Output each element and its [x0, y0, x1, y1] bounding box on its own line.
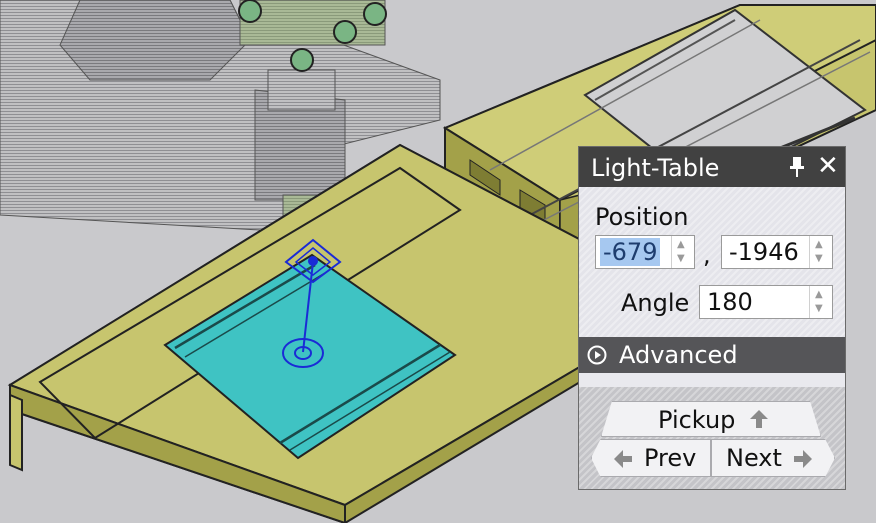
- position-y-stepper[interactable]: ▲ ▼: [809, 236, 832, 268]
- angle-label: Angle: [621, 289, 690, 317]
- prev-label: Prev: [644, 444, 697, 472]
- angle-value: 180: [707, 288, 753, 316]
- panel-title: Light-Table: [591, 154, 720, 182]
- pickup-button[interactable]: Pickup: [601, 401, 821, 437]
- chevron-up-icon[interactable]: ▲: [815, 240, 823, 250]
- prev-button[interactable]: Prev: [591, 439, 711, 477]
- panel-titlebar: Light-Table ✕: [579, 147, 845, 187]
- chevron-down-icon[interactable]: ▼: [677, 254, 685, 264]
- pickup-label: Pickup: [658, 406, 736, 434]
- play-circle-icon: [587, 345, 607, 365]
- position-label: Position: [595, 203, 689, 231]
- chevron-down-icon[interactable]: ▼: [815, 254, 823, 264]
- arrow-up-icon: [750, 410, 768, 428]
- angle-input[interactable]: 180 ▲ ▼: [699, 285, 833, 319]
- position-x-stepper[interactable]: ▲ ▼: [671, 236, 694, 268]
- chevron-down-icon[interactable]: ▼: [815, 304, 823, 314]
- light-table-panel: Light-Table ✕ Position -679 ▲ ▼ , -1946 …: [578, 146, 846, 490]
- navigation-area: Pickup Prev Next: [579, 387, 845, 489]
- close-icon[interactable]: ✕: [817, 151, 839, 181]
- pin-icon[interactable]: [787, 155, 807, 179]
- position-section: Position -679 ▲ ▼ , -1946 ▲ ▼ Angle 180 …: [579, 187, 845, 337]
- position-separator: ,: [703, 241, 711, 269]
- chevron-up-icon[interactable]: ▲: [677, 240, 685, 250]
- arrow-left-icon: [614, 450, 632, 468]
- next-button[interactable]: Next: [711, 439, 835, 477]
- advanced-label: Advanced: [619, 341, 738, 369]
- next-label: Next: [726, 444, 782, 472]
- arrow-right-icon: [794, 450, 812, 468]
- angle-stepper[interactable]: ▲ ▼: [809, 286, 832, 318]
- advanced-toggle[interactable]: Advanced: [579, 337, 845, 373]
- position-y-input[interactable]: -1946 ▲ ▼: [721, 235, 833, 269]
- chevron-up-icon[interactable]: ▲: [815, 290, 823, 300]
- position-x-value: -679: [600, 238, 661, 266]
- position-x-input[interactable]: -679 ▲ ▼: [595, 235, 695, 269]
- position-y-value: -1946: [729, 238, 799, 266]
